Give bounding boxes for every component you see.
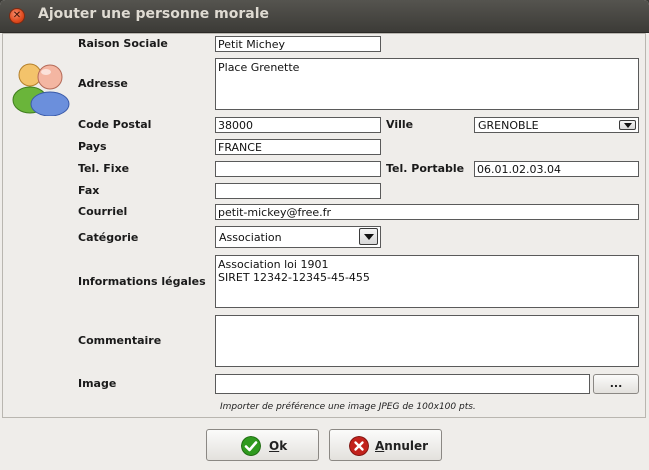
cancel-button-label: Annuler: [375, 439, 428, 453]
label-informations-legales: Informations légales: [78, 275, 206, 288]
label-raison-sociale: Raison Sociale: [78, 37, 168, 50]
fax-field[interactable]: [215, 183, 381, 199]
cancel-icon: [349, 436, 369, 456]
label-ville: Ville: [386, 118, 414, 131]
label-tel-portable: Tel. Portable: [386, 162, 465, 175]
label-adresse: Adresse: [78, 77, 128, 90]
ok-button-label: Ok: [269, 439, 287, 453]
label-courriel: Courriel: [78, 205, 128, 218]
categorie-dropdown[interactable]: Association: [215, 226, 381, 248]
checkmark-icon: [241, 436, 261, 456]
commentaire-field[interactable]: [215, 315, 639, 367]
window-title: Ajouter une personne morale: [38, 6, 270, 22]
ville-value: GRENOBLE: [478, 119, 539, 132]
chevron-down-icon[interactable]: [619, 120, 636, 130]
label-pays: Pays: [78, 140, 107, 153]
label-commentaire: Commentaire: [78, 334, 162, 347]
close-icon: ✕: [12, 10, 22, 21]
label-code-postal: Code Postal: [78, 118, 152, 131]
ville-dropdown[interactable]: GRENOBLE: [474, 117, 639, 133]
label-image: Image: [78, 377, 117, 390]
label-categorie: Catégorie: [78, 231, 139, 244]
pays-field[interactable]: FRANCE: [215, 139, 381, 155]
browse-button-label: ...: [609, 377, 623, 390]
cancel-label-rest: nnuler: [384, 439, 429, 453]
image-hint: Importer de préférence une image JPEG de…: [220, 402, 476, 412]
image-path-field[interactable]: [215, 374, 590, 394]
ok-button[interactable]: Ok: [206, 429, 319, 461]
close-window-button[interactable]: ✕: [9, 8, 25, 24]
cancel-button[interactable]: Annuler: [329, 429, 442, 461]
title-bar: ✕ Ajouter une personne morale: [0, 0, 649, 33]
categorie-value: Association: [219, 231, 282, 244]
dialog-window: ✕ Ajouter une personne morale Raison Soc…: [0, 0, 649, 470]
chevron-down-icon[interactable]: [359, 228, 378, 245]
cancel-mnemonic: A: [375, 439, 385, 453]
users-icon: [12, 63, 70, 116]
label-fax: Fax: [78, 184, 100, 197]
browse-image-button[interactable]: ...: [593, 374, 639, 394]
ok-mnemonic: O: [269, 439, 280, 453]
raison-sociale-field[interactable]: Petit Michey: [215, 36, 381, 52]
adresse-field[interactable]: Place Grenette: [215, 58, 639, 110]
informations-legales-field[interactable]: Association loi 1901 SIRET 12342-12345-4…: [215, 255, 639, 308]
tel-portable-field[interactable]: 06.01.02.03.04: [474, 161, 639, 177]
ok-label-rest: k: [279, 439, 288, 453]
code-postal-field[interactable]: 38000: [215, 117, 381, 133]
label-tel-fixe: Tel. Fixe: [78, 162, 130, 175]
courriel-field[interactable]: petit-mickey@free.fr: [215, 204, 639, 220]
tel-fixe-field[interactable]: [215, 161, 381, 177]
